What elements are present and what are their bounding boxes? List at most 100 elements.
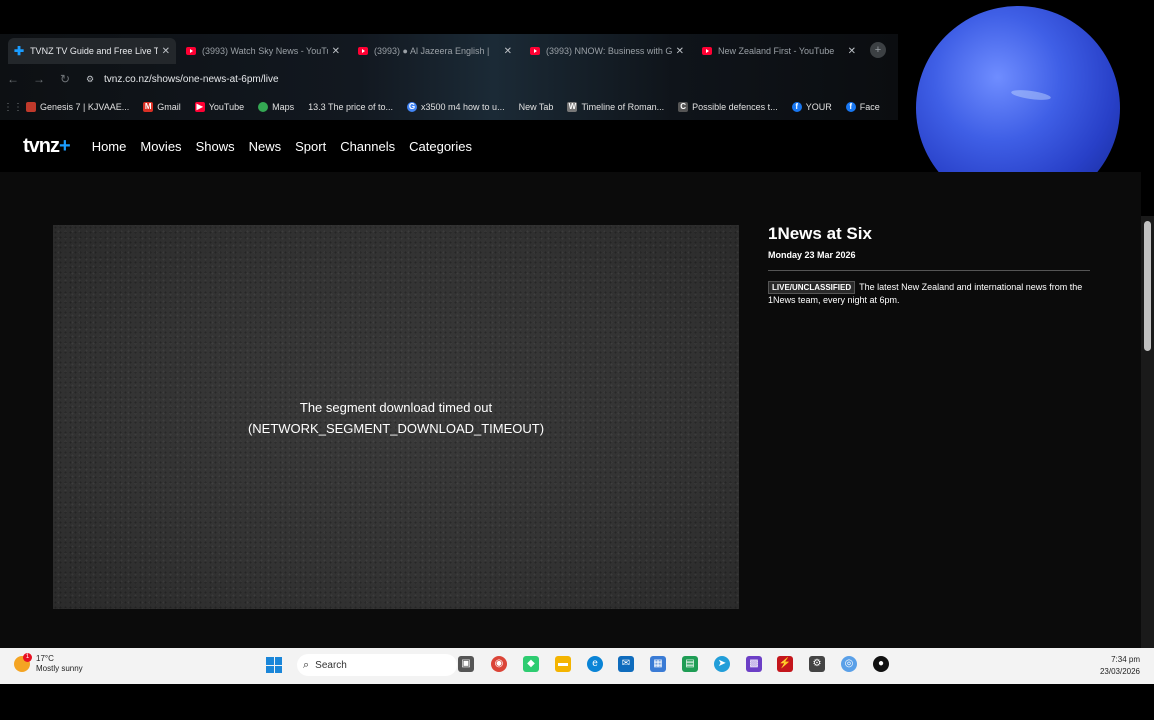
calendar-icon[interactable]: ▦ (650, 656, 666, 672)
error-code: (NETWORK_SEGMENT_DOWNLOAD_TIMEOUT) (247, 421, 545, 436)
bookmark-face[interactable]: f Face (845, 102, 880, 112)
power-app-icon[interactable]: ⚡ (777, 656, 793, 672)
address-bar-row: ← → ↻ ⚙ tvnz.co.nz/shows/one-news-at-6pm… (0, 66, 898, 92)
bookmark-x3500[interactable]: Gx3500 m4 how to u... (407, 102, 505, 112)
tab-title: (3993) Watch Sky News - YouTu (202, 46, 328, 56)
close-icon[interactable]: ✕ (332, 46, 340, 57)
main-content: The segment download timed out (NETWORK_… (0, 172, 1141, 648)
url-bar[interactable]: ⚙ tvnz.co.nz/shows/one-news-at-6pm/live (82, 68, 882, 90)
close-icon[interactable]: ✕ (162, 46, 170, 57)
site-navigation: tvnz+ Home Movies Shows News Sport Chann… (0, 120, 898, 172)
bookmark-new-tab[interactable]: New Tab (519, 102, 554, 112)
gmail-icon: M (143, 102, 154, 112)
tvnz-logo[interactable]: tvnz+ (23, 135, 71, 158)
nav-news[interactable]: News (249, 139, 282, 154)
bookmark-genesis[interactable]: Genesis 7 | KJVAAE... (26, 102, 129, 112)
bookmark-youtube[interactable]: ▶ YouTube (194, 102, 244, 112)
obs-icon[interactable]: ● (873, 656, 889, 672)
show-date: Monday 23 Mar 2026 (768, 250, 1090, 271)
sun-icon: 1 (14, 653, 32, 672)
chrome-icon[interactable]: ◉ (491, 656, 507, 672)
tab-nnow[interactable]: (3993) NNOW: Business with G ✕ (524, 38, 690, 64)
bookmark-price[interactable]: 13.3 The price of to... (308, 102, 393, 112)
weather-widget[interactable]: 1 17°C Mostly sunny (14, 653, 83, 674)
site-info-icon[interactable]: ⚙ (82, 74, 98, 85)
google-icon: G (407, 102, 418, 112)
apps-grid-icon[interactable]: ⋮⋮ (0, 102, 26, 113)
search-placeholder: Search (315, 659, 347, 671)
back-arrow-icon[interactable]: ← (0, 72, 26, 86)
classification-badge: LIVE/UNCLASSIFIED (768, 281, 856, 294)
new-tab-button[interactable]: + (870, 42, 886, 58)
maps-icon (258, 102, 269, 112)
bookmark-defences[interactable]: C Possible defences t... (678, 102, 778, 112)
video-player[interactable]: The segment download timed out (NETWORK_… (53, 225, 739, 609)
terminal-icon[interactable]: ▤ (682, 656, 698, 672)
globe-icon[interactable]: ◎ (841, 656, 857, 672)
tab-title: (3993) NNOW: Business with G (546, 46, 672, 56)
tab-title: New Zealand First - YouTube (718, 46, 835, 56)
bible-icon (26, 102, 36, 112)
windows-start-icon[interactable] (266, 657, 282, 673)
youtube-icon (186, 47, 196, 55)
file-explorer-icon[interactable]: ▬ (555, 656, 571, 672)
url-text: tvnz.co.nz/shows/one-news-at-6pm/live (104, 73, 279, 85)
show-description: LIVE/UNCLASSIFIED The latest New Zealand … (768, 281, 1083, 305)
system-clock[interactable]: 7:34 pm 23/03/2026 (1100, 654, 1140, 678)
tab-sky-news[interactable]: (3993) Watch Sky News - YouTu ✕ (180, 38, 346, 64)
telegram-icon[interactable]: ➤ (714, 656, 730, 672)
app-icon[interactable]: ▩ (746, 656, 762, 672)
show-info-panel: 1News at Six Monday 23 Mar 2026 LIVE/UNC… (768, 224, 1090, 306)
bookmark-maps[interactable]: Maps (258, 102, 294, 112)
youtube-icon: ▶ (194, 102, 205, 112)
nav-shows[interactable]: Shows (196, 139, 235, 154)
nav-home[interactable]: Home (92, 139, 127, 154)
cl-icon: C (678, 102, 689, 112)
nav-movies[interactable]: Movies (140, 139, 181, 154)
youtube-icon (358, 47, 368, 55)
forward-arrow-icon[interactable]: → (26, 72, 52, 86)
tab-tvnz[interactable]: ✚ TVNZ TV Guide and Free Live T ✕ (8, 38, 176, 64)
gamepad-icon[interactable]: ⚙ (809, 656, 825, 672)
facebook-icon: f (845, 102, 856, 112)
close-icon[interactable]: ✕ (676, 46, 684, 57)
bookmarks-bar: ⋮⋮ Genesis 7 | KJVAAE... M Gmail ▶ YouTube… (0, 96, 898, 118)
clock-time: 7:34 pm (1111, 655, 1140, 664)
search-icon: ⌕ (303, 658, 310, 671)
bookmark-roman[interactable]: W Timeline of Roman... (567, 102, 664, 112)
outlook-icon[interactable]: ✉ (618, 656, 634, 672)
clock-date: 23/03/2026 (1099, 667, 1140, 676)
youtube-icon (530, 47, 540, 55)
nav-channels[interactable]: Channels (340, 139, 395, 154)
facebook-icon: f (791, 102, 802, 112)
scrollbar-thumb[interactable] (1144, 221, 1151, 351)
reload-icon[interactable]: ↻ (52, 72, 78, 86)
taskbar: 1 17°C Mostly sunny ⌕ Search ▣ ◉ ◆ ▬ e ✉… (0, 648, 1154, 684)
weather-temp: 17°C (36, 654, 54, 663)
player-error-message: The segment download timed out (NETWORK_… (53, 397, 739, 439)
error-text: The segment download timed out (299, 400, 493, 415)
wikipedia-icon: W (567, 102, 578, 112)
store-icon[interactable]: ◆ (523, 656, 539, 672)
nav-sport[interactable]: Sport (295, 139, 326, 154)
page-scrollbar[interactable] (1141, 216, 1154, 648)
tvnz-icon: ✚ (14, 44, 25, 58)
tab-strip: ✚ TVNZ TV Guide and Free Live T ✕ (3993)… (0, 34, 898, 64)
browser-chrome: ✚ TVNZ TV Guide and Free Live T ✕ (3993)… (0, 34, 898, 120)
youtube-icon (702, 47, 712, 55)
notification-badge: 1 (23, 653, 32, 662)
show-title: 1News at Six (768, 224, 872, 243)
close-icon[interactable]: ✕ (504, 46, 512, 57)
tab-title: (3993) ● Al Jazeera English | (374, 46, 490, 56)
bookmark-gmail[interactable]: M Gmail (143, 102, 181, 112)
weather-desc: Mostly sunny (36, 664, 83, 673)
edge-icon[interactable]: e (587, 656, 603, 672)
task-view-icon[interactable]: ▣ (458, 656, 474, 672)
bookmark-your[interactable]: f YOUR (791, 102, 832, 112)
taskbar-search[interactable]: ⌕ Search (297, 654, 457, 676)
tab-al-jazeera[interactable]: (3993) ● Al Jazeera English | ✕ (352, 38, 518, 64)
tab-title: TVNZ TV Guide and Free Live T (30, 46, 158, 56)
close-icon[interactable]: ✕ (848, 46, 856, 57)
nav-categories[interactable]: Categories (409, 139, 472, 154)
tab-nz-first[interactable]: New Zealand First - YouTube ✕ (696, 38, 862, 64)
